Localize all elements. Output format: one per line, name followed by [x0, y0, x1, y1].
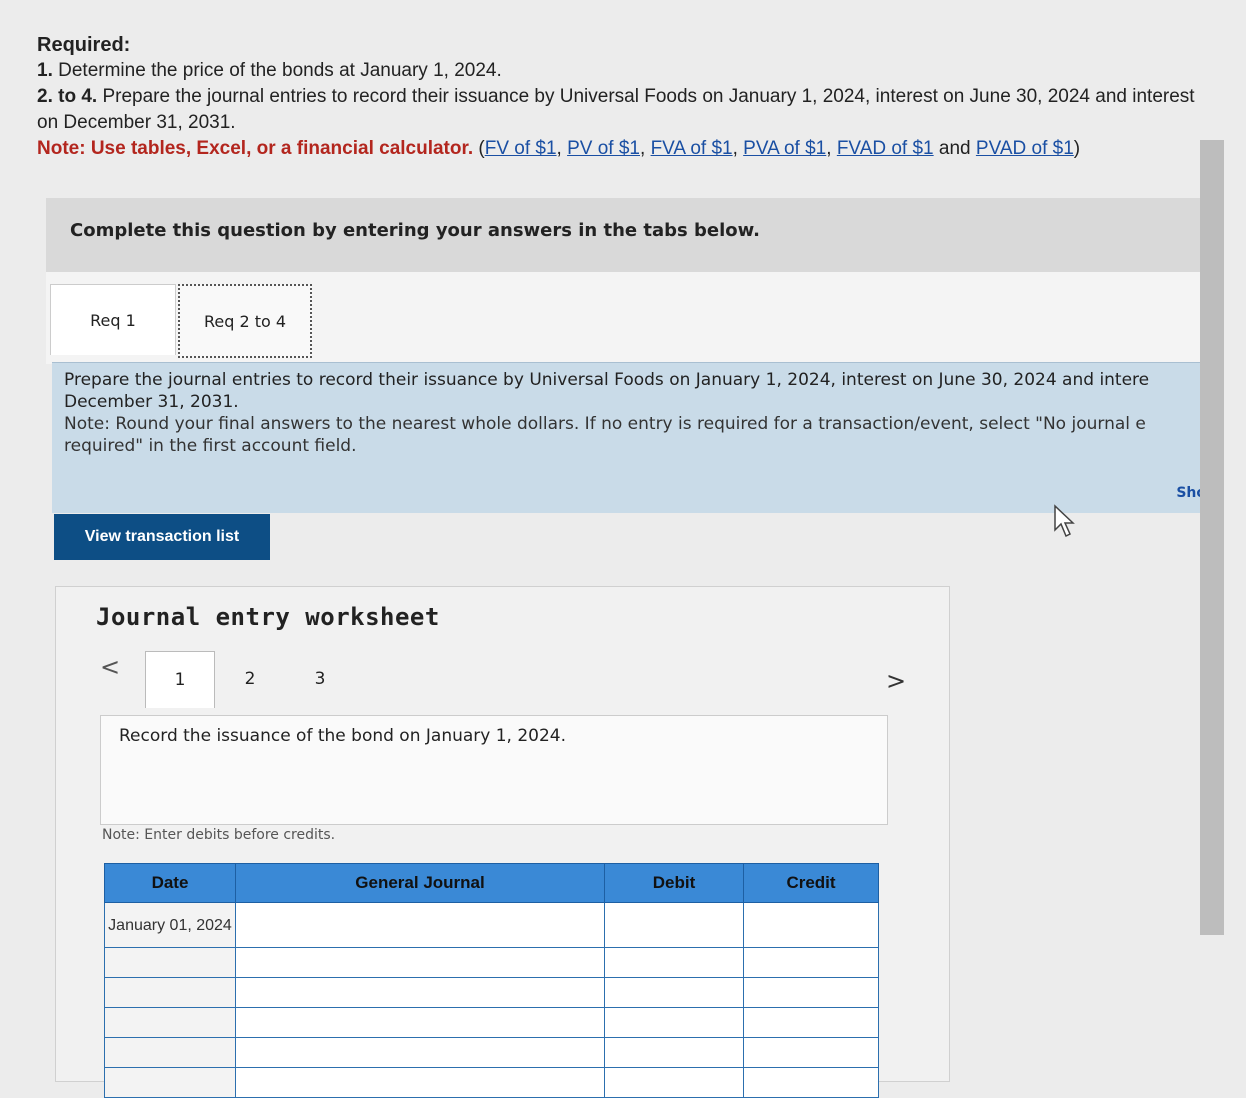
date-cell: January 01, 2024 — [104, 902, 236, 948]
account-input[interactable] — [235, 902, 605, 948]
credit-input[interactable] — [743, 947, 879, 978]
link-fv[interactable]: FV of $1 — [485, 138, 557, 159]
col-debit: Debit — [604, 863, 744, 903]
worksheet-page-2[interactable]: 2 — [216, 651, 284, 707]
credit-input[interactable] — [743, 1037, 879, 1068]
table-row — [104, 1007, 879, 1038]
date-cell — [104, 977, 236, 1008]
link-fva[interactable]: FVA of $1 — [651, 138, 733, 159]
link-pva[interactable]: PVA of $1 — [743, 138, 826, 159]
instructions-note: Note: Round your final answers to the ne… — [64, 414, 1146, 456]
debit-input[interactable] — [604, 1037, 744, 1068]
chevron-left-icon[interactable]: < — [100, 653, 120, 681]
col-date: Date — [104, 863, 236, 903]
instruction-banner: Complete this question by entering your … — [46, 198, 1222, 272]
date-cell — [104, 1007, 236, 1038]
table-row: January 01, 2024 — [104, 902, 879, 948]
account-input[interactable] — [235, 947, 605, 978]
mouse-pointer-icon — [1054, 504, 1075, 538]
page-scrollbar[interactable] — [1200, 140, 1224, 935]
tab-req-2-to-4[interactable]: Req 2 to 4 — [178, 284, 312, 358]
tables-note: Note: Use tables, Excel, or a financial … — [37, 138, 1081, 159]
chevron-right-icon[interactable]: > — [886, 667, 906, 695]
link-fvad[interactable]: FVAD of $1 — [837, 138, 934, 159]
table-row — [104, 1067, 879, 1098]
debit-input[interactable] — [604, 1007, 744, 1038]
date-cell — [104, 1037, 236, 1068]
debit-input[interactable] — [604, 947, 744, 978]
credit-input[interactable] — [743, 977, 879, 1008]
worksheet-page-1[interactable]: 1 — [145, 651, 215, 708]
table-row — [104, 947, 879, 978]
table-row — [104, 977, 879, 1008]
requirement-2-4: 2. to 4. Prepare the journal entries to … — [37, 86, 1195, 133]
debit-input[interactable] — [604, 977, 744, 1008]
tab-bar: Req 1 Req 2 to 4 — [46, 272, 1222, 364]
instructions-text: Prepare the journal entries to record th… — [64, 370, 1150, 412]
credit-input[interactable] — [743, 1007, 879, 1038]
requirement-1: 1. Determine the price of the bonds at J… — [37, 60, 502, 81]
account-input[interactable] — [235, 1067, 605, 1098]
date-cell — [104, 947, 236, 978]
requirements: Required: 1. Determine the price of the … — [37, 32, 1207, 162]
debit-input[interactable] — [604, 902, 744, 948]
view-transaction-list-button[interactable]: View transaction list — [54, 514, 270, 560]
entry-instruction-box: Record the issuance of the bond on Janua… — [100, 715, 888, 825]
credit-input[interactable] — [743, 902, 879, 948]
instructions-panel: Prepare the journal entries to record th… — [52, 362, 1214, 513]
worksheet-page-3[interactable]: 3 — [286, 651, 354, 707]
account-input[interactable] — [235, 1037, 605, 1068]
debits-note: Note: Enter debits before credits. — [102, 827, 336, 843]
account-input[interactable] — [235, 1007, 605, 1038]
link-pv[interactable]: PV of $1 — [567, 138, 640, 159]
col-credit: Credit — [743, 863, 879, 903]
link-pvad[interactable]: PVAD of $1 — [976, 138, 1074, 159]
credit-input[interactable] — [743, 1067, 879, 1098]
debit-input[interactable] — [604, 1067, 744, 1098]
account-input[interactable] — [235, 977, 605, 1008]
journal-entry-worksheet: Journal entry worksheet < 1 2 3 > Record… — [55, 586, 950, 1098]
table-row — [104, 1037, 879, 1068]
journal-table: Date General Journal Debit Credit Januar… — [104, 863, 879, 1098]
date-cell — [104, 1067, 236, 1098]
col-general-journal: General Journal — [235, 863, 605, 903]
required-heading: Required: — [37, 34, 131, 56]
tab-req-1[interactable]: Req 1 — [50, 284, 176, 355]
worksheet-title: Journal entry worksheet — [96, 603, 440, 631]
